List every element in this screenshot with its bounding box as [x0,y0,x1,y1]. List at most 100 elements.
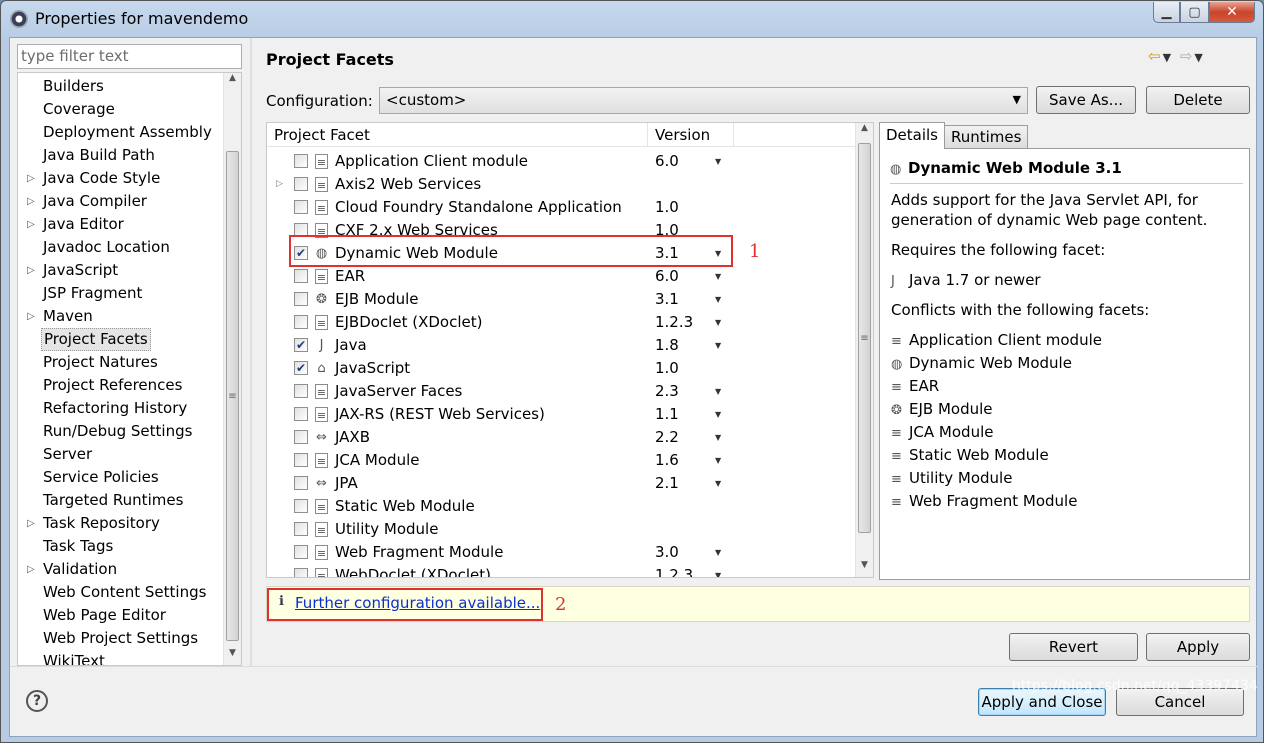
scroll-up-icon[interactable]: ▲ [856,123,873,140]
facet-checkbox[interactable] [294,430,308,444]
facet-row[interactable]: ≡ JCA Module 1.6 ▼ [267,449,857,472]
close-button[interactable]: ✕ [1209,2,1255,23]
facet-checkbox[interactable] [294,522,308,536]
expand-arrow-icon[interactable]: ▷ [27,167,35,190]
nav-item[interactable]: Project References [18,374,226,397]
nav-item[interactable]: Targeted Runtimes [18,489,226,512]
scroll-thumb[interactable]: ≡ [858,143,871,533]
back-arrow-icon[interactable]: ⇦ [1148,47,1163,65]
facet-version[interactable]: 3.1 [655,288,679,311]
facet-checkbox[interactable] [294,407,308,421]
facet-row[interactable]: ≡ Utility Module [267,518,857,541]
chevron-down-icon[interactable]: ▼ [715,541,721,564]
facet-row[interactable]: ≡ Application Client module 6.0 ▼ [267,150,857,173]
chevron-down-icon[interactable]: ▼ [715,426,721,449]
scroll-down-icon[interactable]: ▼ [224,648,241,665]
chevron-down-icon[interactable]: ▼ [715,334,721,357]
facet-row[interactable]: ≡ JAX-RS (REST Web Services) 1.1 ▼ [267,403,857,426]
nav-item[interactable]: Project Natures [18,351,226,374]
delete-button[interactable]: Delete [1146,86,1250,114]
facet-version[interactable]: 1.1 [655,403,679,426]
facet-checkbox[interactable]: ✔ [294,338,308,352]
expand-arrow-icon[interactable]: ▷ [27,512,35,535]
facet-version[interactable]: 2.2 [655,426,679,449]
facet-checkbox[interactable] [294,292,308,306]
facet-checkbox[interactable] [294,545,308,559]
facet-checkbox[interactable] [294,453,308,467]
apply-button[interactable]: Apply [1146,633,1250,661]
expand-arrow-icon[interactable]: ▷ [27,213,35,236]
nav-item[interactable]: Refactoring History [18,397,226,420]
tree-scrollbar[interactable]: ▲ ≡ ▼ [223,73,241,665]
nav-item[interactable]: WikiText [18,650,226,665]
chevron-down-icon[interactable]: ▼ [715,150,721,173]
nav-item[interactable]: Run/Debug Settings [18,420,226,443]
facet-row[interactable]: ≡ Cloud Foundry Standalone Application 1.0 [267,196,857,219]
facet-checkbox[interactable] [294,269,308,283]
nav-item[interactable]: ▷ Java Compiler [18,190,226,213]
facet-checkbox[interactable] [294,200,308,214]
save-as-button[interactable]: Save As... [1036,86,1136,114]
facet-row[interactable]: ≡ WebDoclet (XDoclet) 1.2.3 ▼ [267,564,857,577]
facet-version[interactable]: 6.0 [655,265,679,288]
chevron-down-icon[interactable]: ▼ [715,288,721,311]
facet-row[interactable]: ≡ EAR 6.0 ▼ [267,265,857,288]
facet-row[interactable]: ⇔ JPA 2.1 ▼ [267,472,857,495]
nav-item[interactable]: Builders [18,75,226,98]
facet-version[interactable]: 1.2.3 [655,564,693,577]
facet-version[interactable]: 6.0 [655,150,679,173]
revert-button[interactable]: Revert [1009,633,1138,661]
nav-item[interactable]: Server [18,443,226,466]
scroll-thumb[interactable]: ≡ [226,151,239,641]
nav-item[interactable]: JSP Fragment [18,282,226,305]
nav-item[interactable]: Service Policies [18,466,226,489]
minimize-button[interactable]: ▁ [1153,2,1180,23]
expand-arrow-icon[interactable]: ▷ [27,259,35,282]
tab-runtimes[interactable]: Runtimes [944,125,1029,148]
facet-checkbox[interactable] [294,177,308,191]
nav-item[interactable]: Java Build Path [18,144,226,167]
chevron-down-icon[interactable]: ▼ [715,449,721,472]
column-project-facet[interactable]: Project Facet [267,123,648,147]
nav-item[interactable]: Javadoc Location [18,236,226,259]
facet-row[interactable]: ✔ ⌂ JavaScript 1.0 [267,357,857,380]
pane-sash[interactable] [250,38,252,666]
facet-version[interactable]: 1.0 [655,357,679,380]
facet-checkbox[interactable] [294,384,308,398]
nav-item[interactable]: ▷ JavaScript [18,259,226,282]
facet-row[interactable]: ≡ EJBDoclet (XDoclet) 1.2.3 ▼ [267,311,857,334]
expand-arrow-icon[interactable]: ▷ [27,305,35,328]
facet-version[interactable]: 1.2.3 [655,311,693,334]
facet-row[interactable]: ≡ Web Fragment Module 3.0 ▼ [267,541,857,564]
expand-arrow-icon[interactable]: ▷ [276,173,283,196]
facet-row[interactable]: ❂ EJB Module 3.1 ▼ [267,288,857,311]
nav-item[interactable]: Task Tags [18,535,226,558]
facet-version[interactable]: 1.6 [655,449,679,472]
nav-item[interactable]: ▷ Maven [18,305,226,328]
chevron-down-icon[interactable]: ▼ [715,564,721,577]
facet-version[interactable]: 2.1 [655,472,679,495]
maximize-button[interactable]: ▢ [1180,2,1209,23]
chevron-down-icon[interactable]: ▼ [715,403,721,426]
chevron-down-icon[interactable]: ▼ [715,380,721,403]
facet-row[interactable]: ✔ J Java 1.8 ▼ [267,334,857,357]
facets-scrollbar[interactable]: ▲ ≡ ▼ [855,123,873,577]
expand-arrow-icon[interactable]: ▷ [27,558,35,581]
nav-item[interactable]: ▷ Task Repository [18,512,226,535]
chevron-down-icon[interactable]: ▼ [715,265,721,288]
facet-version[interactable]: 1.8 [655,334,679,357]
nav-item[interactable]: Project Facets [18,328,226,351]
scroll-up-icon[interactable]: ▲ [224,73,241,90]
column-version[interactable]: Version [648,123,734,147]
facet-version[interactable]: 2.3 [655,380,679,403]
expand-arrow-icon[interactable]: ▷ [27,190,35,213]
tab-details[interactable]: Details [879,122,946,149]
nav-item[interactable]: Web Content Settings [18,581,226,604]
nav-item[interactable]: Web Project Settings [18,627,226,650]
facet-checkbox[interactable] [294,154,308,168]
scroll-down-icon[interactable]: ▼ [856,560,873,577]
facet-checkbox[interactable] [294,568,308,577]
nav-item[interactable]: Web Page Editor [18,604,226,627]
configuration-select[interactable]: <custom> ▼ [379,87,1028,114]
nav-item[interactable]: ▷ Validation [18,558,226,581]
